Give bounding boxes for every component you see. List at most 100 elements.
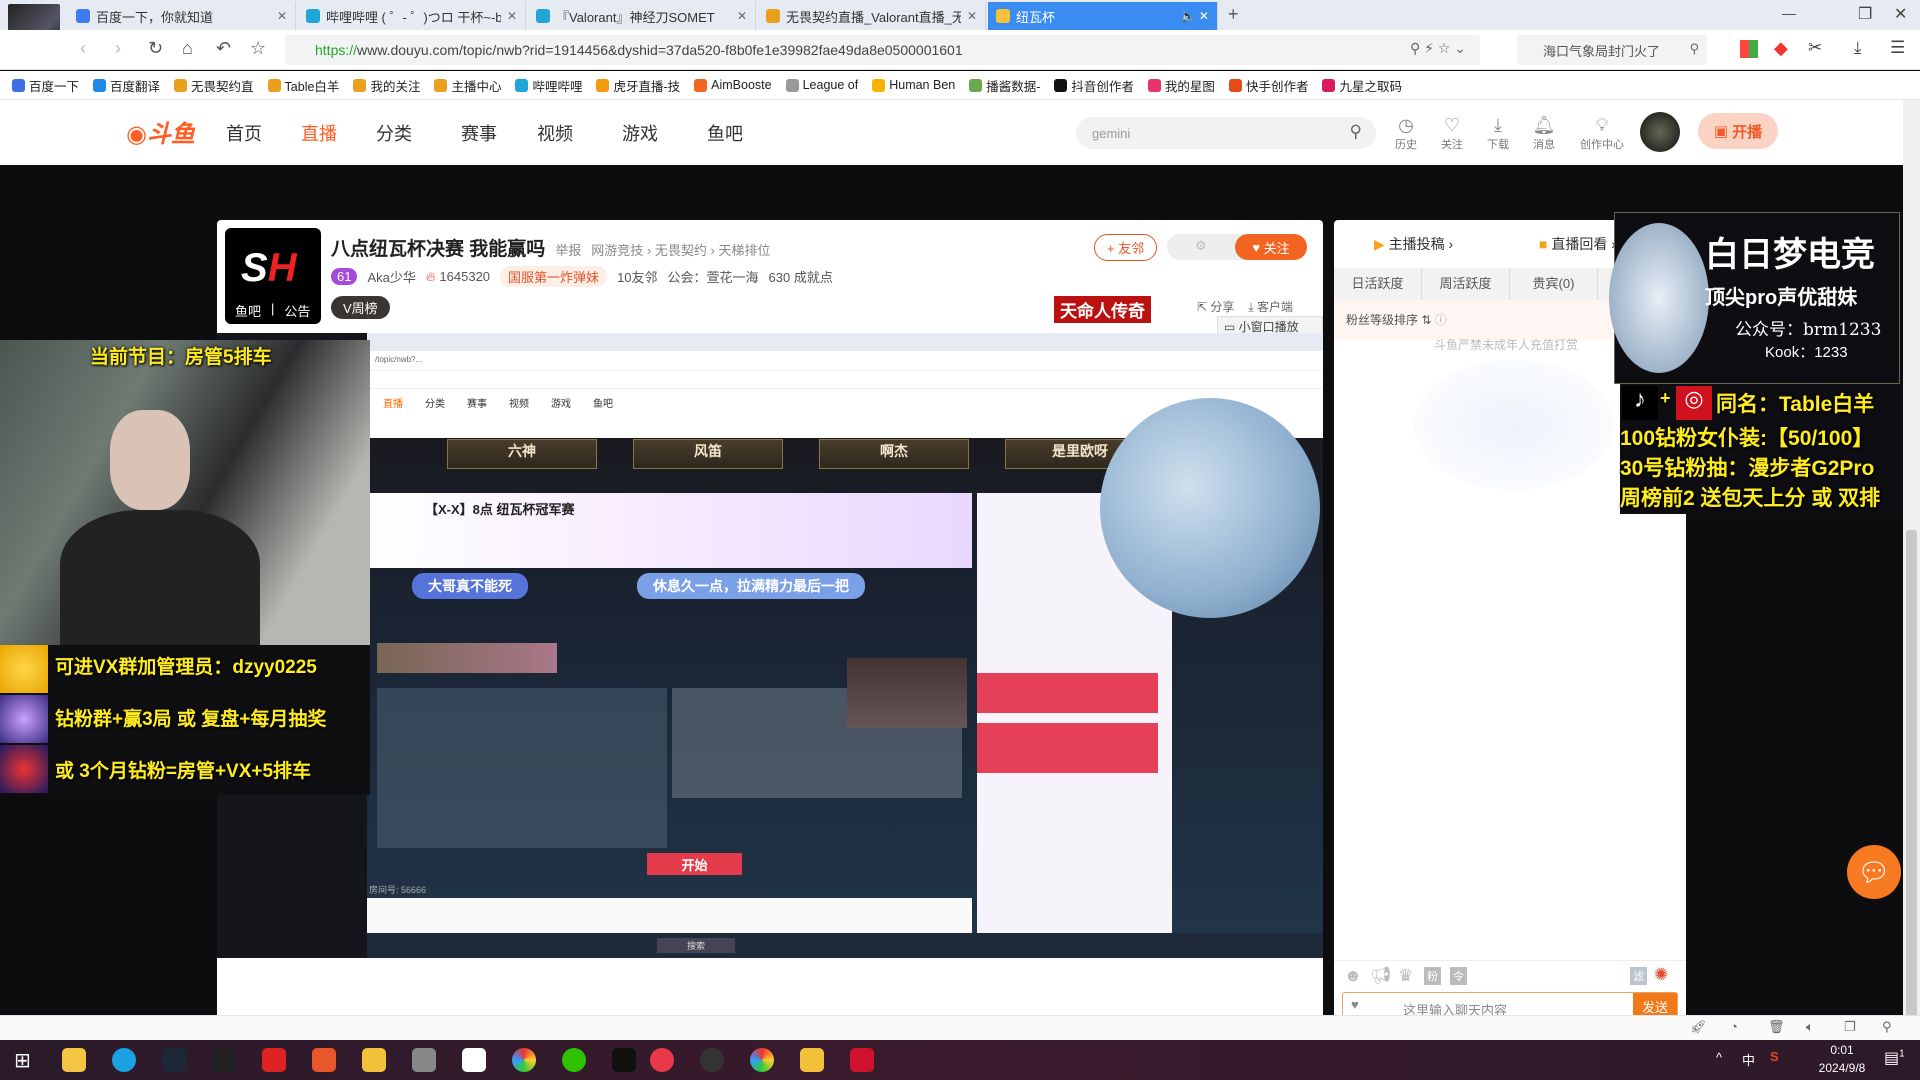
game-icon[interactable]: ◆ <box>1774 38 1788 59</box>
bookmark-item[interactable]: 主播中心 <box>434 76 501 95</box>
crown-icon[interactable]: ♛ <box>1398 966 1413 986</box>
bookmark-item[interactable]: 我的星图 <box>1147 76 1215 95</box>
ime-indicator[interactable]: 中 <box>1742 1050 1755 1069</box>
yuba-link[interactable]: 鱼吧 <box>235 301 261 320</box>
bookmark-item[interactable]: 百度翻译 <box>93 76 160 95</box>
browser-tab[interactable]: 『Valorant』神经刀SOMET ✕ <box>528 2 756 30</box>
speed-icon[interactable]: ◔ <box>1730 1019 1738 1034</box>
browser-tab[interactable]: 无畏契约直播_Valorant直播_无 ✕ <box>758 2 986 30</box>
replay-link[interactable]: ■ 直播回看 › <box>1539 234 1616 254</box>
tab-daily-activity[interactable]: 日活跃度 <box>1334 268 1422 300</box>
search-icon[interactable]: ⚲ <box>1689 41 1699 57</box>
category-breadcrumb[interactable]: 网游竞技 › 无畏契约 › 天梯排位 <box>591 240 770 259</box>
creator-center-button[interactable]: 💡︎ 创作中心 <box>1576 114 1628 152</box>
url-input[interactable]: https://www.douyu.com/topic/nwb?rid=1914… <box>285 35 1480 65</box>
bookmark-item[interactable]: Table白羊 <box>267 76 339 95</box>
edge-icon[interactable] <box>112 1048 136 1072</box>
bookmark-item[interactable]: 我的关注 <box>353 76 420 95</box>
wechat-icon[interactable] <box>562 1048 586 1072</box>
menu-icon[interactable]: ☰ <box>1890 38 1905 58</box>
download-icon[interactable]: ⤓ <box>1854 38 1862 58</box>
douyu-icon[interactable] <box>362 1048 386 1072</box>
fans-button[interactable]: 粉 <box>1424 967 1441 985</box>
tray-expand-icon[interactable]: ^ <box>1716 1050 1722 1065</box>
command-button[interactable]: 令 <box>1450 967 1467 985</box>
bookmark-item[interactable]: AimBooste <box>694 78 772 92</box>
bookmark-star-button[interactable]: ☆ <box>250 38 266 59</box>
start-live-button[interactable]: ▣ 开播 <box>1698 113 1778 149</box>
follow-list-button[interactable]: ♡ 关注 <box>1435 114 1469 152</box>
app-icon[interactable] <box>262 1048 286 1072</box>
room-logo[interactable]: SH 鱼吧 | 公告 <box>225 228 321 324</box>
home-button[interactable]: ⌂ <box>182 38 193 59</box>
user-avatar[interactable] <box>1640 112 1680 152</box>
nav-home[interactable]: 首页 <box>226 120 262 146</box>
help-icon[interactable]: ⓘ <box>1435 313 1447 327</box>
messages-button[interactable]: 🔔︎ 消息 <box>1527 114 1561 152</box>
lock-icon[interactable] <box>412 1048 436 1072</box>
bookmark-item[interactable]: 虎牙直播-技 <box>596 76 680 95</box>
qq-icon[interactable] <box>212 1048 236 1072</box>
send-button[interactable]: 发送 <box>1633 993 1677 1015</box>
bookmark-item[interactable]: 哔哩哔哩 <box>515 76 582 95</box>
tab-weekly-activity[interactable]: 周活跃度 <box>1422 268 1510 300</box>
obs-icon[interactable] <box>700 1048 724 1072</box>
douyu-logo[interactable]: ◉斗鱼 <box>126 114 208 150</box>
scissors-icon[interactable]: ✂ <box>1808 38 1822 58</box>
windows-start-icon[interactable]: ⊞ <box>14 1048 31 1073</box>
customer-service-button[interactable]: 💬︎ <box>1847 845 1901 899</box>
notification-icon[interactable]: ▤1 <box>1884 1048 1905 1068</box>
news-search-box[interactable]: 海口气象局封门火了 ⚲ <box>1517 35 1707 65</box>
client-button[interactable]: ⤓ 客户端 <box>1248 298 1293 315</box>
honor-badge[interactable]: 国服第一炸弹妹 <box>500 266 608 287</box>
video-player[interactable]: /topic/nwb?... 直播 分类 赛事 视频 游戏 鱼吧 六神 风笛 啊杰 是里欧… <box>217 333 1323 958</box>
bookmark-item[interactable]: League of <box>785 78 858 92</box>
browser-tab[interactable]: 百度一下，你就知道 ✕ <box>68 2 296 30</box>
forward-button[interactable]: › <box>115 38 121 59</box>
volume-icon[interactable]: 🔈︎ <box>1806 1019 1814 1035</box>
back-button[interactable]: ‹ <box>80 38 86 59</box>
chrome-icon[interactable] <box>512 1048 536 1072</box>
close-tab-icon[interactable]: ✕ <box>967 9 977 23</box>
filter-button[interactable]: 滤 <box>1630 967 1647 985</box>
follow-button[interactable]: ♥ 关注 <box>1235 234 1307 260</box>
promo-banner[interactable]: 天命人传奇 <box>1054 296 1151 323</box>
trash-icon[interactable]: 🗑︎ <box>1768 1019 1785 1035</box>
add-friend-button[interactable]: + 友邻 <box>1094 234 1158 261</box>
app-icon[interactable] <box>612 1048 636 1072</box>
bookmark-item[interactable]: 抖音创作者 <box>1054 76 1134 95</box>
bookmark-item[interactable]: 播酱数据- <box>969 76 1040 95</box>
site-search-input[interactable]: gemini ⚲ <box>1076 117 1376 149</box>
share-button[interactable]: ⇱ 分享 <box>1197 298 1234 315</box>
rocket-icon[interactable]: 🚀︎ <box>1690 1019 1707 1035</box>
browser-tab[interactable]: 哔哩哔哩 ( ゜- ゜)つロ 干杯~-bi ✕ <box>298 2 526 30</box>
bookmark-item[interactable]: 九星之取码 <box>1322 76 1402 95</box>
bookmark-item[interactable]: 无畏契约直 <box>174 76 254 95</box>
zoom-icon[interactable]: ⚲ <box>1882 1019 1892 1035</box>
guild-info[interactable]: 公会：萱花一海 <box>668 267 759 286</box>
file-explorer-icon[interactable] <box>62 1048 86 1072</box>
undo-button[interactable]: ↶ <box>216 38 231 59</box>
tab-vip[interactable]: 贵宾(0) <box>1510 268 1598 300</box>
apps-icon[interactable] <box>1740 40 1758 58</box>
history-button[interactable]: ◷ 历史 <box>1389 114 1423 152</box>
nav-live[interactable]: 直播 <box>301 120 337 146</box>
nav-events[interactable]: 赛事 <box>461 120 497 146</box>
chrome-icon[interactable] <box>750 1048 774 1072</box>
close-tab-icon[interactable]: ✕ <box>737 9 747 23</box>
bookmark-item[interactable]: 百度一下 <box>12 76 79 95</box>
bookmark-item[interactable]: Human Ben <box>872 78 955 92</box>
sogou-icon[interactable]: S <box>1770 1049 1779 1064</box>
close-tab-icon[interactable]: ✕ <box>507 9 517 23</box>
douyu-icon[interactable] <box>800 1048 824 1072</box>
megaphone-icon[interactable]: 📢︎ <box>1370 966 1392 986</box>
nav-video[interactable]: 视频 <box>537 120 573 146</box>
steam-icon[interactable] <box>162 1048 186 1072</box>
close-tab-icon[interactable]: ✕ <box>277 9 287 23</box>
bookmark-item[interactable]: 快手创作者 <box>1228 76 1308 95</box>
netease-music-icon[interactable] <box>650 1048 674 1072</box>
search-icon[interactable]: ⚲ <box>1350 122 1362 142</box>
emoji-icon[interactable]: ☻ <box>1344 966 1362 986</box>
chat-input[interactable]: ♥ 这里输入聊天内容 发送 <box>1342 992 1678 1015</box>
app-icon[interactable] <box>312 1048 336 1072</box>
